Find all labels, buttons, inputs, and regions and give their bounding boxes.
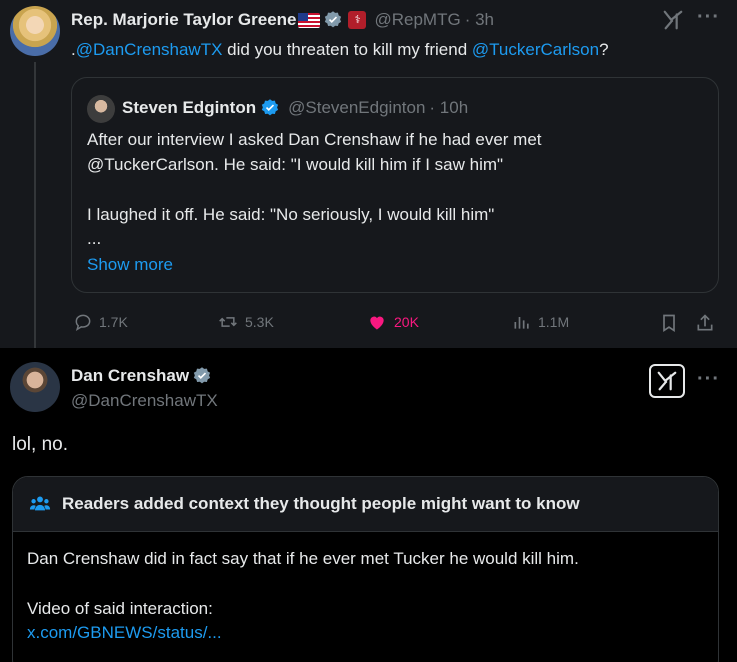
avatar-dan-crenshaw[interactable] <box>10 362 60 412</box>
grok-icon <box>657 371 677 391</box>
reply-author-name[interactable]: Dan Crenshaw <box>71 366 189 386</box>
quote-line-3: I laughed it off. He said: "No seriously… <box>87 205 495 224</box>
grok-icon[interactable] <box>662 9 684 31</box>
like-button[interactable]: 20K <box>366 312 419 332</box>
reply-text: lol, no. <box>12 434 68 455</box>
community-note-title: Readers added context they thought peopl… <box>62 494 580 513</box>
repost-count: 5.3K <box>245 314 274 330</box>
views-count: 1.1M <box>538 314 570 330</box>
post1-text: . @DanCrenshawTX did you threaten to kill… <box>71 38 609 62</box>
author-handle[interactable]: @RepMTG <box>374 10 460 30</box>
community-note-body-2: Video of said interaction: <box>27 599 213 618</box>
avatar-mtg[interactable] <box>10 6 60 56</box>
text-middle: did you threaten to kill my friend <box>222 40 472 59</box>
views-button[interactable]: 1.1M <box>512 312 569 332</box>
bookmark-icon[interactable] <box>659 312 679 334</box>
quote-author-handle: @StevenEdginton <box>288 98 426 117</box>
post2-header: Dan Crenshaw <box>71 364 212 388</box>
post1-header: Rep. Marjorie Taylor Greene ⚕ @RepMTG · … <box>71 8 494 32</box>
heart-icon <box>370 316 384 330</box>
reply-count: 1.7K <box>99 314 128 330</box>
repost-icon <box>219 317 237 327</box>
more-options-icon[interactable]: ··· <box>697 6 720 29</box>
post1-actions: 1.7K 5.3K 20K 1.1M <box>0 312 737 334</box>
community-note-link[interactable]: x.com/GBNEWS/status/... <box>27 623 222 643</box>
community-note-body-1: Dan Crenshaw did in fact say that if he … <box>27 549 579 568</box>
quote-author-name: Steven Edginton <box>122 98 257 117</box>
mention-dancrenshaw[interactable]: @DanCrenshawTX <box>76 40 223 60</box>
repost-button[interactable]: 5.3K <box>217 312 274 332</box>
author-name[interactable]: Rep. Marjorie Taylor Greene <box>71 10 296 30</box>
reply-icon <box>75 314 91 331</box>
show-more-link[interactable]: Show more <box>87 255 173 275</box>
community-note-header: Readers added context they thought peopl… <box>13 477 718 532</box>
verified-blue-icon <box>261 99 279 116</box>
quote-header: Steven Edginton @StevenEdginton · 10h <box>122 96 468 120</box>
quote-line-4: ... <box>87 229 102 248</box>
share-icon[interactable] <box>695 312 715 334</box>
quote-line-1: After our interview I asked Dan Crenshaw… <box>87 130 542 149</box>
more-options-icon[interactable]: ··· <box>697 368 720 391</box>
quote-time: · 10h <box>429 98 469 117</box>
avatar-steven-edginton <box>87 95 115 123</box>
readers-icon <box>29 496 51 511</box>
reply-button[interactable]: 1.7K <box>73 312 128 332</box>
verified-gray-icon <box>193 367 211 384</box>
grok-button[interactable] <box>649 364 685 398</box>
congress-badge-icon: ⚕ <box>348 11 367 29</box>
verified-gray-icon <box>325 11 342 28</box>
post-time[interactable]: · 3h <box>465 10 494 30</box>
us-flag-icon <box>298 12 321 28</box>
reply-author-handle[interactable]: @DanCrenshawTX <box>71 390 218 412</box>
views-icon <box>514 317 529 329</box>
text-suffix: ? <box>599 40 609 59</box>
like-count: 20K <box>394 314 419 330</box>
mention-tuckercarlson[interactable]: @TuckerCarlson <box>472 40 599 60</box>
quote-line-2: @TuckerCarlson. He said: "I would kill h… <box>87 155 504 174</box>
